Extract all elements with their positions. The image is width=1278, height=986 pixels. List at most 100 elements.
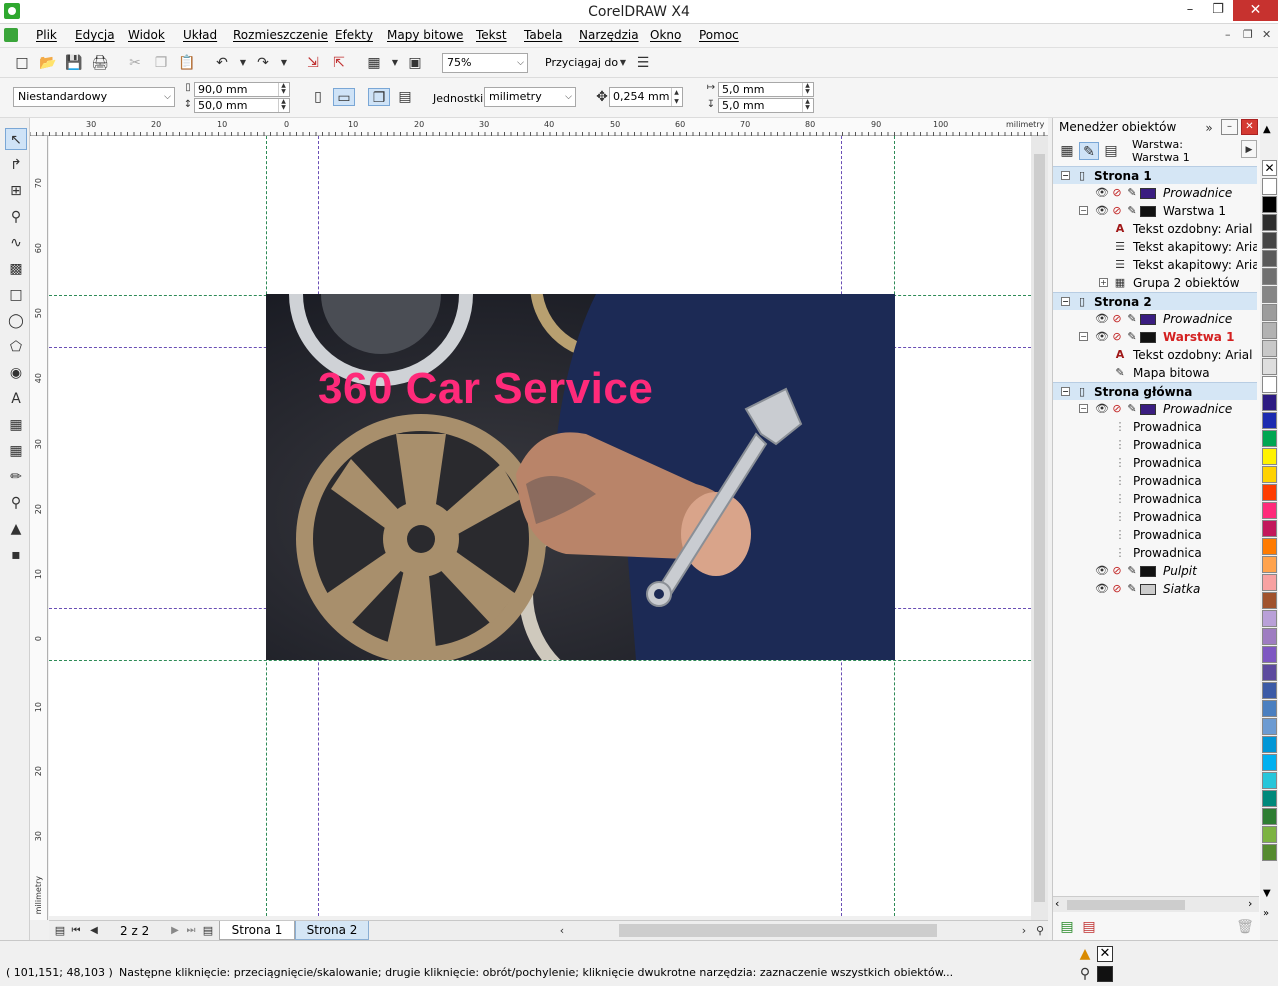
palette-swatch[interactable] — [1262, 790, 1277, 807]
tree-page-row[interactable]: − ▯ Strona 1 — [1053, 166, 1257, 184]
prev-page-icon[interactable]: ◀ — [85, 922, 103, 940]
palette-swatch[interactable] — [1262, 610, 1277, 627]
tree-layer-row[interactable]: 👁 ⊘ ✎ Siatka — [1053, 580, 1257, 598]
menu-efekty[interactable]: Efekty — [335, 28, 373, 42]
launcher-dropdown-icon[interactable]: ▼ — [386, 54, 404, 72]
docker-hscroll-thumb[interactable] — [1067, 900, 1185, 910]
menu-plik[interactable]: Plik — [36, 28, 57, 42]
palette-swatch[interactable] — [1262, 376, 1277, 393]
landscape-icon[interactable]: ▭ — [333, 88, 355, 106]
smart-fill-icon[interactable]: ▩ — [5, 258, 27, 280]
fill-none-swatch[interactable]: ✕ — [1097, 946, 1113, 962]
palette-swatch[interactable] — [1262, 502, 1277, 519]
outline-indicator-icon[interactable]: ⚲ — [1076, 965, 1094, 983]
polygon-tool-icon[interactable]: ⬠ — [5, 336, 27, 358]
palette-swatch[interactable] — [1262, 340, 1277, 357]
tree-object-row[interactable]: A Tekst ozdobny: Arial (Po — [1053, 346, 1257, 364]
minimize-icon[interactable]: – — [1175, 0, 1205, 21]
drawing-canvas[interactable]: 360 Car Service — [49, 136, 1031, 916]
palette-swatch[interactable] — [1262, 214, 1277, 231]
menu-tabela[interactable]: Tabela — [524, 28, 562, 42]
import-icon[interactable]: ⇲ — [304, 54, 322, 72]
add-page-after-icon[interactable]: ▤ — [199, 922, 217, 940]
menu-narzedzia[interactable]: Narzędzia — [579, 28, 639, 42]
eye-icon[interactable]: 👁 — [1095, 203, 1109, 219]
collapse-icon[interactable]: − — [1061, 171, 1070, 180]
palette-swatch[interactable] — [1262, 538, 1277, 555]
eye-icon[interactable]: 👁 — [1095, 401, 1109, 417]
palette-swatch[interactable] — [1262, 448, 1277, 465]
crop-tool-icon[interactable]: ⊞ — [5, 180, 27, 202]
vertical-scrollbar[interactable] — [1031, 136, 1048, 921]
tree-guide-row[interactable]: ⋮ Prowadnica — [1053, 526, 1257, 544]
guideline[interactable] — [49, 660, 1031, 661]
undo-icon[interactable]: ↶ — [213, 54, 231, 72]
palette-swatch[interactable] — [1262, 466, 1277, 483]
tree-layer-row[interactable]: − 👁 ⊘ ✎ Warstwa 1 — [1053, 328, 1257, 346]
interactive-fill-icon[interactable]: ▪ — [5, 544, 27, 566]
document-icon[interactable] — [4, 28, 18, 42]
card-headline[interactable]: 360 Car Service — [318, 364, 653, 414]
docker-close-icon[interactable]: ✕ — [1241, 119, 1258, 135]
edit-pencil-icon[interactable]: ✎ — [1125, 185, 1139, 201]
tab-strona-1[interactable]: Strona 1 — [219, 921, 295, 940]
delete-icon[interactable]: 🗑 — [1235, 918, 1255, 936]
palette-swatch[interactable] — [1262, 178, 1277, 195]
tree-object-row[interactable]: ☰ Tekst akapitowy: Arial (I — [1053, 238, 1257, 256]
tree-layer-row[interactable]: 👁 ⊘ ✎ Prowadnice — [1053, 310, 1257, 328]
redo-dropdown-icon[interactable]: ▼ — [275, 54, 293, 72]
current-page-icon[interactable]: ▤ — [396, 88, 414, 106]
eye-icon[interactable]: 👁 — [1095, 563, 1109, 579]
palette-swatch[interactable] — [1262, 754, 1277, 771]
palette-swatch[interactable] — [1262, 412, 1277, 429]
tree-layer-row[interactable]: − 👁 ⊘ ✎ Warstwa 1 — [1053, 202, 1257, 220]
outline-pen-icon[interactable]: ⚲ — [5, 492, 27, 514]
tree-guide-row[interactable]: ⋮ Prowadnica — [1053, 472, 1257, 490]
palette-swatch[interactable] — [1262, 322, 1277, 339]
copy-icon[interactable]: ❐ — [152, 54, 170, 72]
palette-swatch[interactable] — [1262, 628, 1277, 645]
eye-icon[interactable]: 👁 — [1095, 185, 1109, 201]
new-master-layer-icon[interactable]: ▤ — [1079, 918, 1099, 936]
layer-color-swatch[interactable] — [1140, 314, 1156, 325]
tree-object-row[interactable]: ✎ Mapa bitowa — [1053, 364, 1257, 382]
new-layer-icon[interactable]: ▤ — [1057, 918, 1077, 936]
palette-swatch[interactable] — [1262, 358, 1277, 375]
edit-pencil-icon[interactable]: ✎ — [1125, 329, 1139, 345]
palette-swatch[interactable] — [1262, 808, 1277, 825]
layer-color-swatch[interactable] — [1140, 188, 1156, 199]
palette-expand-icon[interactable]: » — [1263, 908, 1269, 919]
page-height-field[interactable]: 50,0 mm ▲ ▼ — [194, 98, 290, 113]
edit-pencil-icon[interactable]: ✎ — [1125, 203, 1139, 219]
export-icon[interactable]: ⇱ — [330, 54, 348, 72]
edit-across-layers-icon[interactable]: ✎ — [1079, 142, 1099, 160]
menu-rozmieszczenie[interactable]: Rozmieszczenie — [233, 28, 328, 42]
collapse-icon[interactable]: − — [1079, 404, 1088, 413]
palette-swatch[interactable] — [1262, 718, 1277, 735]
redo-icon[interactable]: ↷ — [254, 54, 272, 72]
spinner-icon[interactable]: ▲ ▼ — [802, 99, 812, 112]
tree-page-row[interactable]: − ▯ Strona główna — [1053, 382, 1257, 400]
spinner-icon[interactable]: ▲ ▼ — [278, 83, 288, 96]
tree-layer-row[interactable]: 👁 ⊘ ✎ Pulpit — [1053, 562, 1257, 580]
palette-swatch[interactable] — [1262, 772, 1277, 789]
palette-swatch[interactable] — [1262, 430, 1277, 447]
zoom-level-select[interactable]: 75% ⌵ — [442, 53, 528, 73]
eye-icon[interactable]: 👁 — [1095, 581, 1109, 597]
scroll-right-icon[interactable]: › — [1248, 897, 1252, 910]
portrait-icon[interactable]: ▯ — [309, 88, 327, 106]
palette-swatch[interactable] — [1262, 556, 1277, 573]
edit-pencil-icon[interactable]: ✎ — [1125, 311, 1139, 327]
spinner-icon[interactable]: ▲ ▼ — [802, 83, 812, 96]
palette-swatch[interactable] — [1262, 592, 1277, 609]
application-launcher-icon[interactable]: ▦ — [365, 54, 383, 72]
menu-edycja[interactable]: Edycja — [75, 28, 115, 42]
tree-object-row[interactable]: A Tekst ozdobny: Arial (Po — [1053, 220, 1257, 238]
horizontal-scroll-thumb[interactable] — [619, 924, 937, 937]
basic-shapes-icon[interactable]: ◉ — [5, 362, 27, 384]
menu-tekst[interactable]: Tekst — [476, 28, 507, 42]
close-icon[interactable]: ✕ — [1233, 0, 1278, 21]
doc-restore-icon[interactable]: ❐ — [1243, 28, 1253, 41]
collapse-icon[interactable]: − — [1061, 297, 1070, 306]
bitmap-business-card[interactable]: 360 Car Service — [266, 294, 895, 660]
